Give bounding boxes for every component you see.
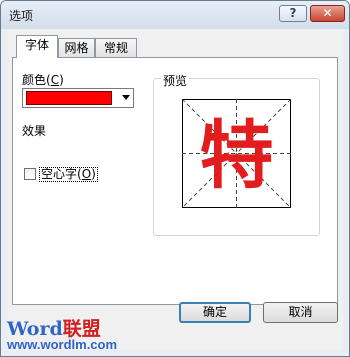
- watermark-url: www.wordlm.com: [7, 337, 118, 352]
- help-button[interactable]: ?: [279, 5, 307, 22]
- options-dialog: 选项 ? ✕ 字体 网格 常规 颜色(C) 效果 空心字(O) 预览 特 确定 …: [0, 0, 350, 357]
- hollow-checkbox[interactable]: [24, 168, 36, 180]
- color-swatch: [26, 91, 112, 105]
- cancel-button[interactable]: 取消: [263, 302, 338, 323]
- close-button[interactable]: ✕: [310, 5, 345, 22]
- tab-grid[interactable]: 网格: [58, 38, 95, 57]
- tab-font[interactable]: 字体: [16, 35, 58, 58]
- dropdown-arrow-icon[interactable]: [122, 95, 130, 100]
- color-label: 颜色(C): [22, 73, 64, 87]
- hollow-checkbox-label[interactable]: 空心字(O): [39, 167, 98, 182]
- hollow-shortcut: O: [81, 167, 92, 181]
- preview-character: 特: [200, 113, 274, 199]
- grid-lines: 特: [181, 98, 292, 209]
- tab-general[interactable]: 常规: [95, 38, 137, 57]
- color-dropdown[interactable]: [22, 88, 134, 108]
- dialog-title: 选项: [9, 9, 34, 23]
- title-bar[interactable]: 选项 ? ✕: [1, 1, 349, 29]
- effects-label: 效果: [22, 124, 47, 138]
- preview-label: 预览: [161, 72, 190, 89]
- color-shortcut: C: [50, 73, 60, 87]
- ok-button[interactable]: 确定: [179, 302, 251, 323]
- preview-grid: 特: [181, 98, 292, 209]
